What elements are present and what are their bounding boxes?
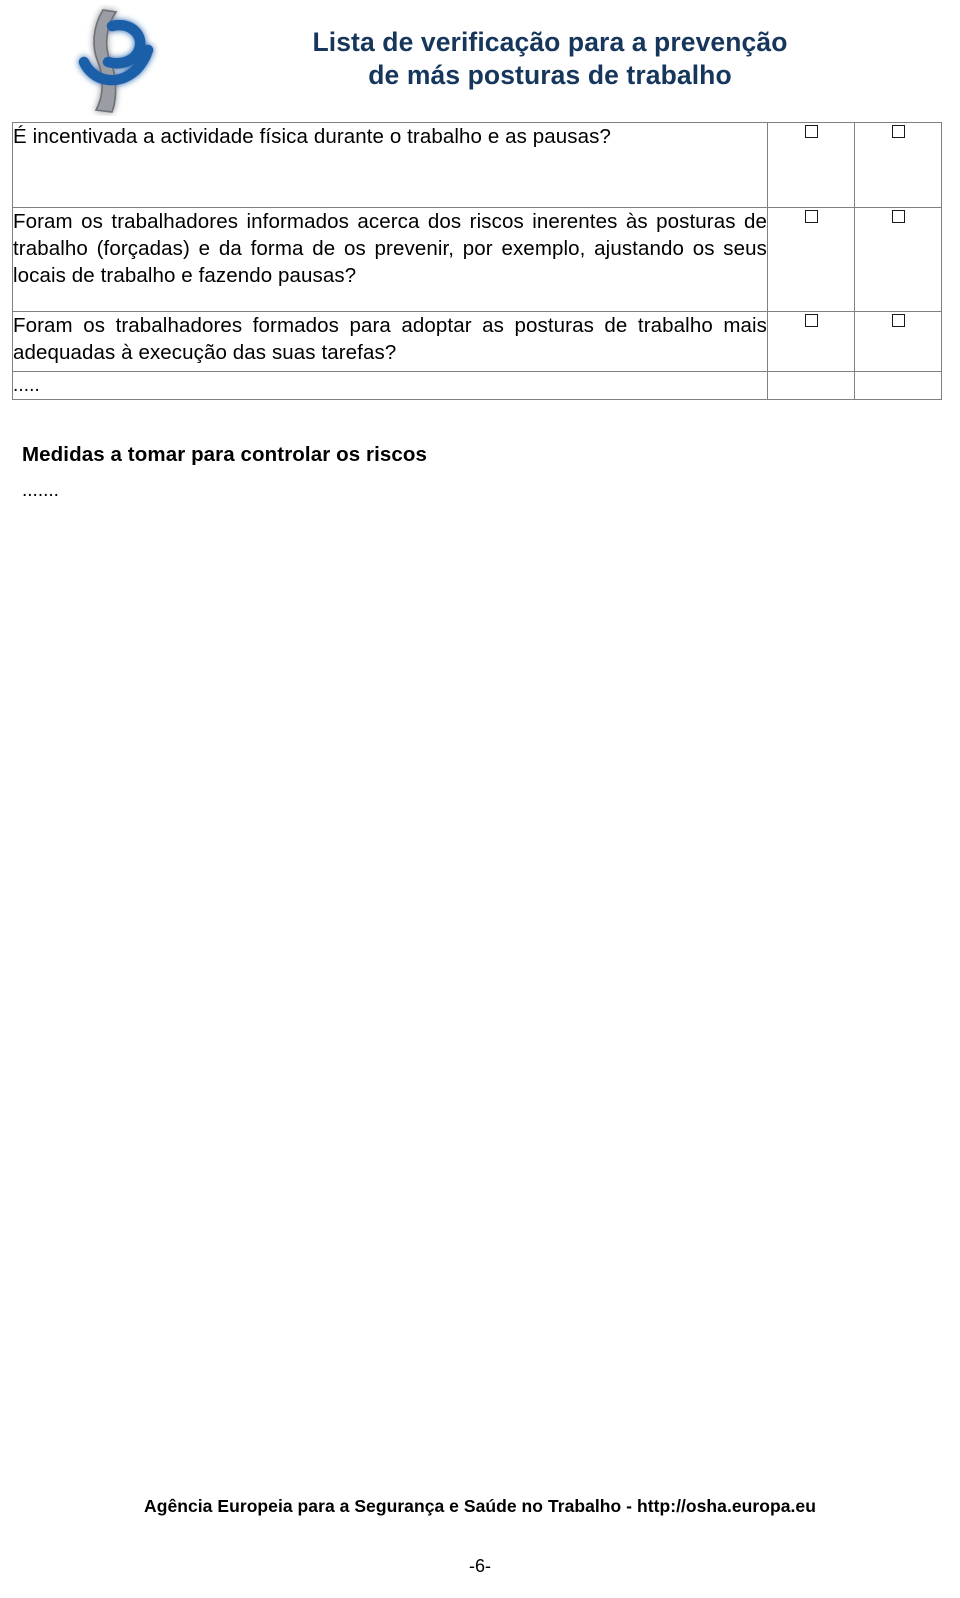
checklist-answer-cell-no[interactable] bbox=[854, 371, 942, 400]
page-title: Lista de verificação para a prevenção de… bbox=[200, 26, 900, 92]
empty-checkbox[interactable] bbox=[804, 125, 818, 139]
measures-heading: Medidas a tomar para controlar os riscos bbox=[22, 443, 428, 466]
checklist-answer-cell-no[interactable] bbox=[854, 122, 942, 208]
page-title-line-1: Lista de verificação para a prevenção bbox=[312, 27, 788, 57]
page-number: -6- bbox=[469, 1556, 491, 1576]
empty-checkbox[interactable] bbox=[891, 125, 905, 139]
checklist-answer-cell-yes[interactable] bbox=[767, 371, 855, 400]
checklist-question: Foram os trabalhadores informados acerca… bbox=[12, 207, 768, 312]
agency-footer-text: Agência Europeia para a Segurança e Saúd… bbox=[144, 1496, 816, 1516]
checklist-answer-cell-yes[interactable] bbox=[767, 207, 855, 312]
table-row: É incentivada a actividade física durant… bbox=[12, 122, 942, 208]
empty-checkbox[interactable] bbox=[804, 210, 818, 224]
eu-osha-logo-icon bbox=[62, 4, 166, 116]
checklist-table: É incentivada a actividade física durant… bbox=[12, 122, 942, 400]
table-row: ..... bbox=[12, 371, 942, 400]
checklist-question: É incentivada a actividade física durant… bbox=[12, 122, 768, 208]
measures-section: Medidas a tomar para controlar os riscos… bbox=[22, 442, 922, 502]
checklist-question: Foram os trabalhadores formados para ado… bbox=[12, 311, 768, 372]
empty-checkbox[interactable] bbox=[891, 314, 905, 328]
table-row: Foram os trabalhadores informados acerca… bbox=[12, 207, 942, 312]
checklist-question-placeholder: ..... bbox=[12, 371, 768, 400]
checklist-answer-cell-yes[interactable] bbox=[767, 311, 855, 372]
checklist-answer-cell-no[interactable] bbox=[854, 311, 942, 372]
document-header: Lista de verificação para a prevenção de… bbox=[0, 0, 960, 120]
empty-checkbox[interactable] bbox=[804, 314, 818, 328]
document-footer: Agência Europeia para a Segurança e Saúd… bbox=[0, 1496, 960, 1517]
checklist-answer-cell-no[interactable] bbox=[854, 207, 942, 312]
empty-checkbox[interactable] bbox=[891, 210, 905, 224]
page-title-line-2: de más posturas de trabalho bbox=[368, 60, 732, 90]
table-row: Foram os trabalhadores formados para ado… bbox=[12, 311, 942, 372]
document-page: Lista de verificação para a prevenção de… bbox=[0, 0, 960, 1598]
checklist-answer-cell-yes[interactable] bbox=[767, 122, 855, 208]
measures-placeholder-dots: ....... bbox=[22, 480, 59, 501]
